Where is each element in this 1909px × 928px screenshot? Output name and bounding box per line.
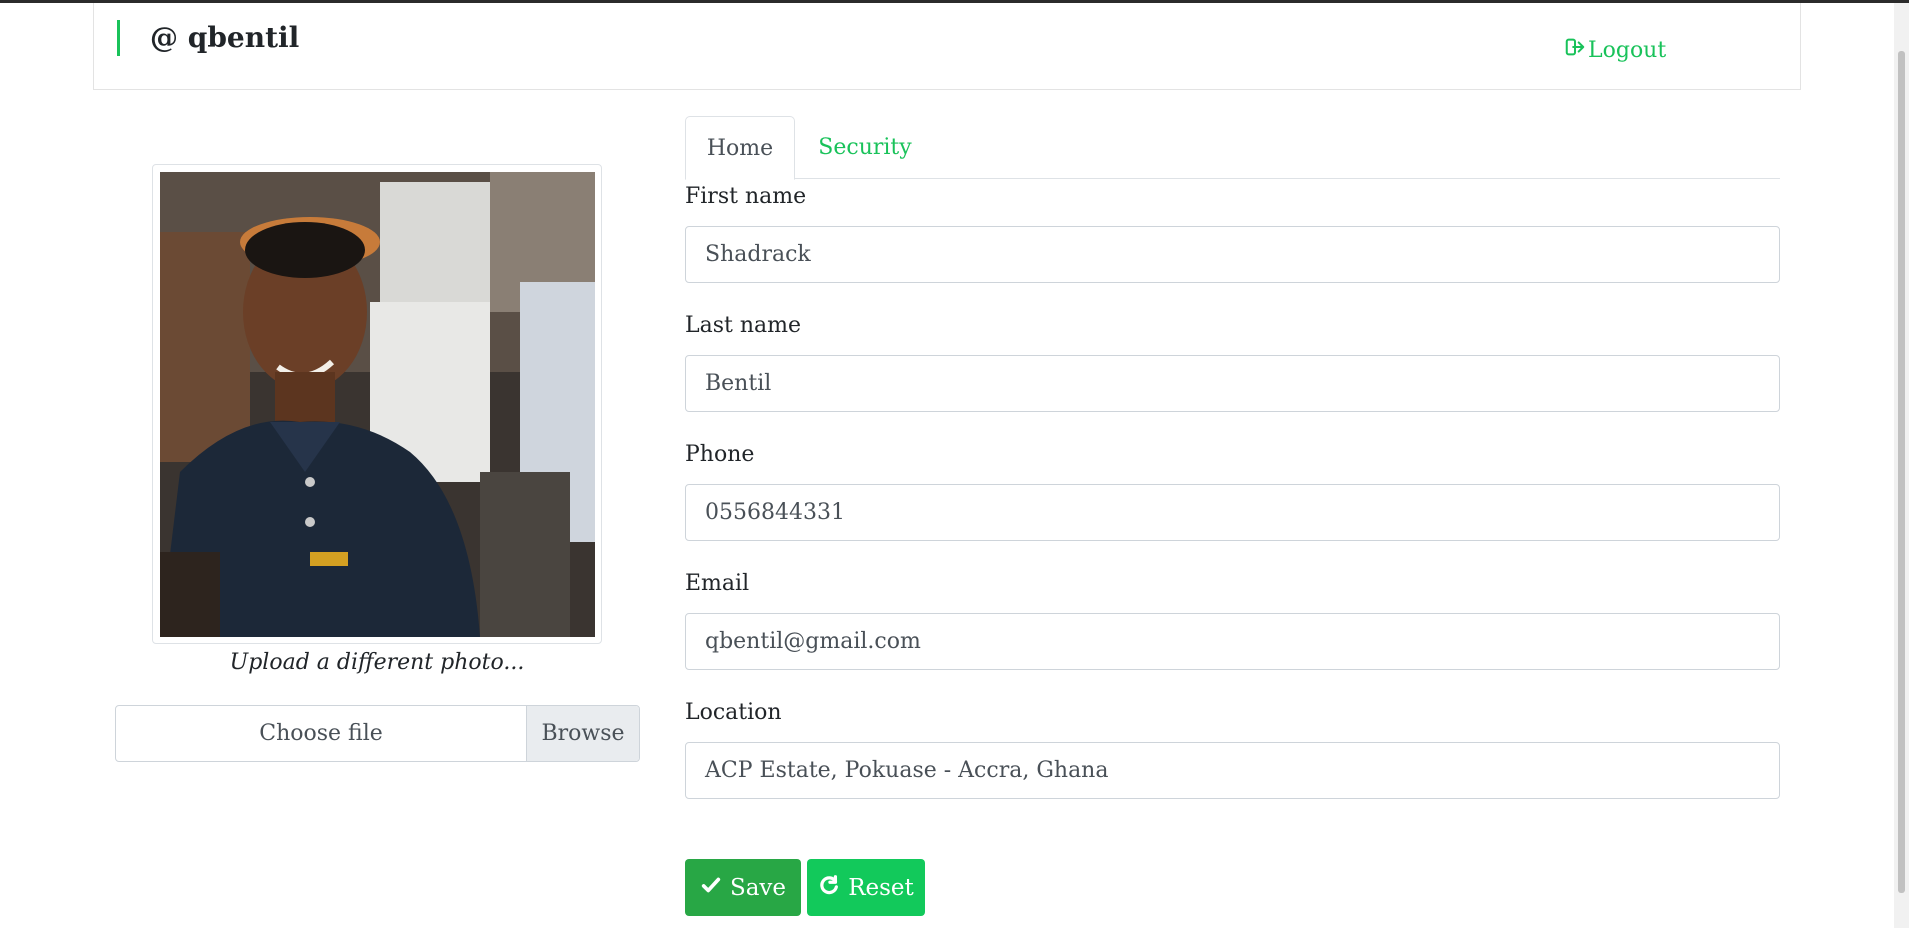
scrollbar-thumb[interactable] <box>1898 51 1905 893</box>
email-field[interactable]: qbentil@gmail.com <box>685 613 1780 670</box>
sign-out-icon <box>1564 36 1586 64</box>
last-name-field[interactable]: Bentil <box>685 355 1780 412</box>
phone-field[interactable]: 0556844331 <box>685 484 1780 541</box>
save-label: Save <box>729 874 787 901</box>
profile-header: @ qbentil Logout <box>93 3 1801 90</box>
logout-link[interactable]: Logout <box>1564 36 1666 64</box>
location-field[interactable]: ACP Estate, Pokuase - Accra, Ghana <box>685 742 1780 799</box>
username-heading: @ qbentil <box>150 21 300 54</box>
header-accent-bar <box>117 20 120 56</box>
photo-file-input[interactable]: Choose file Browse <box>115 705 640 762</box>
refresh-icon <box>818 874 840 902</box>
file-input-placeholder[interactable]: Choose file <box>116 706 526 761</box>
save-button[interactable]: Save <box>685 859 801 916</box>
logout-label: Logout <box>1588 37 1667 63</box>
page-scrollbar[interactable] <box>1894 3 1909 928</box>
profile-photo <box>160 172 595 637</box>
profile-photo-frame <box>152 164 602 644</box>
tab-security[interactable]: Security <box>795 116 935 179</box>
phone-label: Phone <box>685 442 755 467</box>
profile-tabs: Home Security <box>685 116 1780 180</box>
check-icon <box>700 874 722 902</box>
first-name-label: First name <box>685 184 807 209</box>
first-name-field[interactable]: Shadrack <box>685 226 1780 283</box>
tab-home[interactable]: Home <box>685 116 795 180</box>
reset-button[interactable]: Reset <box>807 859 925 916</box>
location-label: Location <box>685 700 782 725</box>
upload-photo-caption: Upload a different photo... <box>229 650 525 675</box>
browse-button[interactable]: Browse <box>526 706 639 761</box>
last-name-label: Last name <box>685 313 802 338</box>
email-label: Email <box>685 571 750 596</box>
reset-label: Reset <box>848 874 914 901</box>
